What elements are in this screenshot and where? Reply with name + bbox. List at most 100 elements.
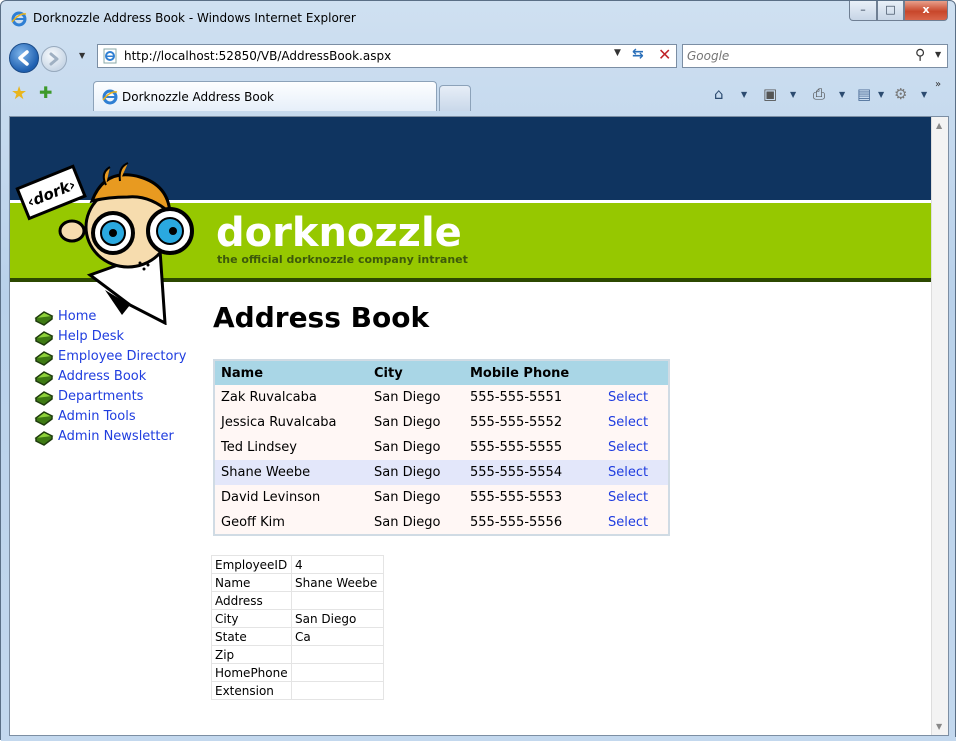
column-header-city: City [368,360,464,385]
back-button[interactable] [9,43,39,73]
select-link[interactable]: Select [608,390,648,405]
cell-name: Geoff Kim [214,510,368,535]
home-dropdown-icon[interactable]: ▼ [741,90,747,99]
sidebar-item-admin-tools[interactable]: Admin Tools [34,409,204,429]
sidebar-item-departments[interactable]: Departments [34,389,204,409]
select-link[interactable]: Select [608,415,648,430]
detail-row: HomePhone [211,663,384,682]
book-bullet-icon [34,391,54,406]
detail-value: Ca [291,627,384,646]
detail-key: HomePhone [211,663,292,682]
page-title: Address Book [213,301,430,334]
cell-name: Zak Ruvalcaba [214,385,368,410]
sidebar-item-home[interactable]: Home [34,309,204,329]
select-link[interactable]: Select [608,465,648,480]
page-menu-icon[interactable]: ▤ [857,85,871,103]
select-link[interactable]: Select [608,490,648,505]
add-to-favorites-icon[interactable]: ✚ [39,83,52,102]
tools-gear-icon[interactable]: ⚙ [894,85,907,103]
detail-key: City [211,609,292,628]
sidebar-item-employee-directory[interactable]: Employee Directory [34,349,204,369]
cell-city: San Diego [368,510,464,535]
scroll-up-arrow-icon[interactable]: ▲ [936,121,942,130]
sidebar-link[interactable]: Departments [58,389,143,404]
recent-pages-dropdown-icon[interactable]: ▼ [79,51,89,61]
cell-city: San Diego [368,385,464,410]
scroll-down-arrow-icon[interactable]: ▼ [936,722,942,731]
search-options-dropdown-icon[interactable]: ▼ [935,50,941,59]
detail-value: Shane Weebe [291,573,384,592]
new-tab-button[interactable] [439,85,471,111]
sidebar-link[interactable]: Admin Tools [58,409,136,424]
select-cell: Select [602,510,669,535]
feeds-dropdown-icon[interactable]: ▼ [790,90,796,99]
table-row: Jessica Ruvalcaba San Diego 555-555-5552… [214,410,669,435]
address-dropdown-icon[interactable]: ▼ [614,48,621,58]
select-cell: Select [602,385,669,410]
vertical-scrollbar[interactable]: ▲ ▼ [931,117,948,735]
book-bullet-icon [34,431,54,446]
print-icon[interactable]: ⎙ [813,85,825,103]
navigation-bar: ▼ http://localhost:52850/VB/AddressBook.… [1,39,955,75]
table-row: Ted Lindsey San Diego 555-555-5555 Selec… [214,435,669,460]
print-dropdown-icon[interactable]: ▼ [839,90,845,99]
home-icon[interactable]: ⌂ [714,85,724,103]
sidebar-link[interactable]: Address Book [58,369,146,384]
book-bullet-icon [34,411,54,426]
sidebar-link[interactable]: Help Desk [58,329,124,344]
tab-dorknozzle-address-book[interactable]: Dorknozzle Address Book [93,81,437,111]
refresh-icon[interactable]: ⇆ [632,46,644,62]
sidebar-item-address-book[interactable]: Address Book [34,369,204,389]
address-url[interactable]: http://localhost:52850/VB/AddressBook.as… [124,49,391,63]
detail-row: Name Shane Weebe [211,573,384,592]
detail-key: EmployeeID [211,555,292,574]
window-title: Dorknozzle Address Book - Windows Intern… [33,11,356,25]
grid-header-row: Name City Mobile Phone [214,360,669,385]
feeds-icon[interactable]: ▣ [763,85,777,103]
tab-label: Dorknozzle Address Book [122,90,275,104]
search-icon[interactable]: ⚲ [915,47,925,63]
cell-phone: 555-555-5555 [464,435,602,460]
cell-phone: 555-555-5556 [464,510,602,535]
select-cell: Select [602,460,669,485]
close-button[interactable]: x [904,1,948,21]
sidebar-link[interactable]: Home [58,309,96,324]
page-dropdown-icon[interactable]: ▼ [878,90,884,99]
tools-dropdown-icon[interactable]: ▼ [921,90,927,99]
minimize-button[interactable]: – [849,1,877,21]
sidebar-menu: Home Help Desk Employee Directory Addres… [34,309,204,449]
select-link[interactable]: Select [608,440,648,455]
detail-key: State [211,627,292,646]
brand-tagline: the official dorknozzle company intranet [217,253,468,266]
detail-row: State Ca [211,627,384,646]
favorites-star-icon[interactable]: ★ [11,83,27,104]
detail-key: Address [211,591,292,610]
page-viewport: ‹dork› dorknozzle the official dorknozzl… [9,116,949,736]
cell-phone: 555-555-5551 [464,385,602,410]
sidebar-item-admin-newsletter[interactable]: Admin Newsletter [34,429,204,449]
select-link[interactable]: Select [608,515,648,530]
sidebar-link[interactable]: Admin Newsletter [58,429,174,444]
search-input[interactable] [687,49,897,63]
detail-row: Zip [211,645,384,664]
book-bullet-icon [34,351,54,366]
forward-button[interactable] [41,46,67,72]
cell-phone: 555-555-5552 [464,410,602,435]
cell-name: David Levinson [214,485,368,510]
stop-icon[interactable]: ✕ [658,45,671,64]
cell-phone: 555-555-5554 [464,460,602,485]
detail-row: Address [211,591,384,610]
sidebar-link[interactable]: Employee Directory [58,349,186,364]
address-grid: Name City Mobile Phone Zak Ruvalcaba San… [213,359,670,536]
address-bar[interactable]: http://localhost:52850/VB/AddressBook.as… [97,44,677,68]
cell-name: Shane Weebe [214,460,368,485]
cell-phone: 555-555-5553 [464,485,602,510]
detail-value [291,591,384,610]
search-box[interactable]: ⚲ ▼ [682,44,948,68]
table-row-selected: Shane Weebe San Diego 555-555-5554 Selec… [214,460,669,485]
detail-value: 4 [291,555,384,574]
detail-row: City San Diego [211,609,384,628]
more-commands-icon[interactable]: » [935,79,941,90]
maximize-button[interactable]: □ [877,1,904,21]
sidebar-item-help-desk[interactable]: Help Desk [34,329,204,349]
